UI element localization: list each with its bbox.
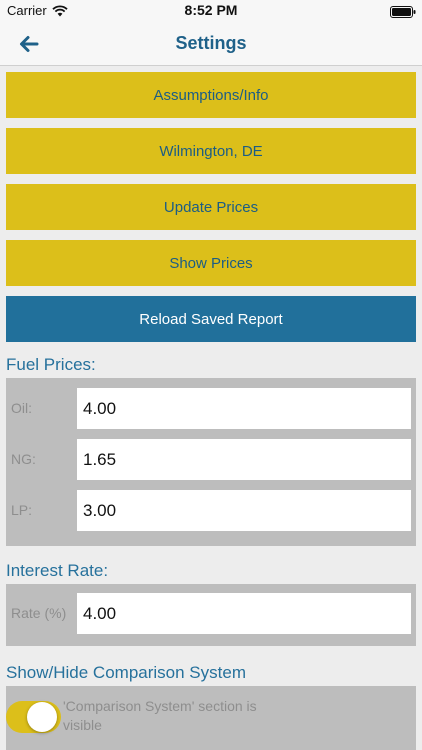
assumptions-info-button[interactable]: Assumptions/Info bbox=[6, 72, 416, 118]
show-prices-button[interactable]: Show Prices bbox=[6, 240, 416, 286]
fuel-prices-panel: Oil: 4.00 NG: 1.65 LP: 3.00 bbox=[6, 378, 416, 546]
reload-saved-report-button[interactable]: Reload Saved Report bbox=[6, 296, 416, 342]
oil-price-input[interactable]: 4.00 bbox=[77, 388, 411, 429]
page-title: Settings bbox=[175, 33, 247, 53]
lp-price-input[interactable]: 3.00 bbox=[77, 490, 411, 531]
comparison-heading: Show/Hide Comparison System bbox=[6, 663, 246, 682]
ng-label: NG: bbox=[11, 451, 36, 467]
ng-price-input[interactable]: 1.65 bbox=[77, 439, 411, 480]
battery-icon bbox=[390, 5, 416, 23]
location-button[interactable]: Wilmington, DE bbox=[6, 128, 416, 174]
toggle-knob bbox=[27, 702, 57, 732]
interest-rate-input[interactable]: 4.00 bbox=[77, 593, 411, 634]
clock: 8:52 PM bbox=[184, 2, 238, 18]
interest-rate-heading: Interest Rate: bbox=[6, 561, 109, 580]
interest-rate-panel: Rate (%) 4.00 bbox=[6, 584, 416, 646]
comparison-panel: 'Comparison System' section is visible bbox=[6, 686, 416, 750]
update-prices-button[interactable]: Update Prices bbox=[6, 184, 416, 230]
rate-label: Rate (%) bbox=[11, 605, 67, 621]
navigation-bar: Settings bbox=[0, 22, 422, 66]
fuel-prices-heading: Fuel Prices: bbox=[6, 355, 96, 374]
lp-label: LP: bbox=[11, 502, 33, 518]
status-bar: Carrier 8:52 PM bbox=[0, 0, 422, 22]
oil-label: Oil: bbox=[11, 400, 32, 416]
comparison-status-text: 'Comparison System' section is visible bbox=[63, 698, 257, 733]
comparison-toggle[interactable] bbox=[6, 701, 61, 733]
